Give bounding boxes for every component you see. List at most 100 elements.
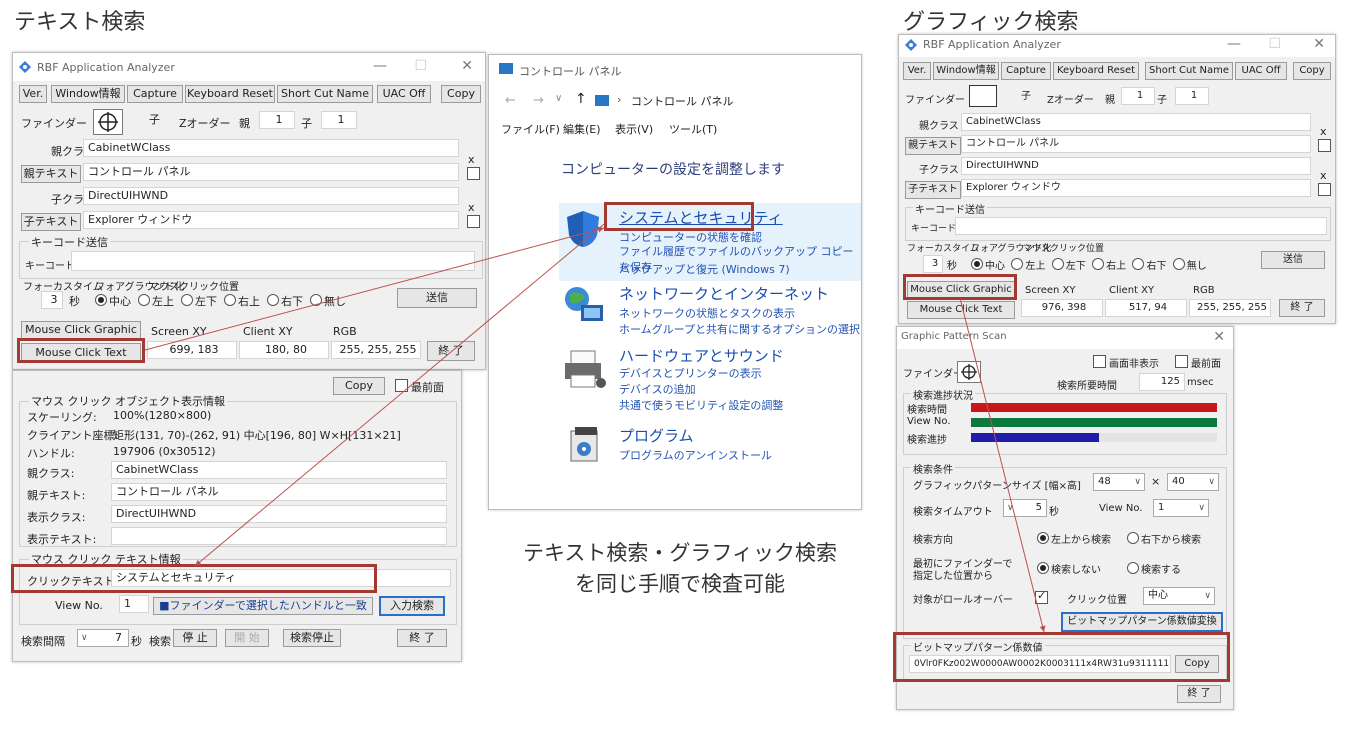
radio-none[interactable]: 無し: [1172, 258, 1207, 272]
breadcrumb[interactable]: コントロール パネル: [631, 93, 734, 109]
close-icon[interactable]: ✕: [1213, 329, 1225, 345]
stop-button[interactable]: 停 止: [173, 629, 217, 647]
ver-button[interactable]: Ver.: [903, 62, 931, 80]
close-icon[interactable]: ✕: [1313, 36, 1325, 52]
pattern-width-select[interactable]: 48 ∨: [1093, 473, 1145, 491]
up-arrow-icon[interactable]: ↑: [575, 91, 587, 107]
rbf-analyzer-window-left: RBF Application Analyzer — ☐ ✕ Ver. Wind…: [12, 52, 486, 370]
radio-none[interactable]: 無し: [310, 294, 346, 308]
parent-text-button[interactable]: 親テキスト: [21, 165, 81, 183]
info-end-button[interactable]: 終 了: [397, 629, 447, 647]
minimize-icon[interactable]: —: [373, 58, 387, 74]
direction-topleft-radio[interactable]: 左上から検索: [1037, 531, 1111, 546]
uac-off-button[interactable]: UAC Off: [1235, 62, 1287, 80]
radio-bottom-left[interactable]: 左下: [181, 294, 217, 308]
no-search-radio[interactable]: 検索しない: [1037, 561, 1101, 576]
category-link[interactable]: バックアップと復元 (Windows 7): [619, 261, 790, 277]
mouse-click-graphic-button[interactable]: Mouse Click Graphic: [21, 321, 141, 339]
keycode-input[interactable]: [955, 217, 1327, 235]
mouse-click-text-button[interactable]: Mouse Click Text: [907, 301, 1015, 319]
hide-screen-checkbox[interactable]: [1093, 355, 1106, 368]
radio-top-right[interactable]: 右上: [224, 294, 260, 308]
category-hardware[interactable]: ハードウェアとサウンド: [619, 345, 784, 366]
gps-end-button[interactable]: 終 了: [1177, 685, 1221, 703]
menu-tools[interactable]: ツール(T): [669, 121, 717, 137]
radio-bottom-left[interactable]: 左下: [1051, 258, 1086, 272]
category-link[interactable]: ネットワークの状態とタスクの表示: [619, 305, 795, 321]
do-search-radio[interactable]: 検索する: [1127, 561, 1181, 576]
pattern-height-select[interactable]: 40 ∨: [1167, 473, 1219, 491]
uac-off-button[interactable]: UAC Off: [377, 85, 431, 103]
menu-edit[interactable]: 編集(E): [563, 121, 601, 137]
radio-center[interactable]: 中心: [95, 294, 131, 308]
convert-pattern-button[interactable]: ビットマップパターン係数値変換: [1061, 612, 1223, 632]
child-text-button[interactable]: 子テキスト: [905, 181, 961, 199]
focus-seconds-field[interactable]: 3: [41, 291, 63, 309]
maximize-icon[interactable]: ☐: [1268, 36, 1281, 52]
maximize-icon[interactable]: ☐: [414, 58, 427, 74]
category-link[interactable]: デバイスとプリンターの表示: [619, 365, 762, 381]
category-link[interactable]: プログラムのアンインストール: [619, 447, 772, 463]
parent-checkbox[interactable]: [1318, 139, 1331, 152]
search-stop-button[interactable]: 検索停止: [283, 629, 341, 647]
ver-button[interactable]: Ver.: [19, 85, 47, 103]
screen-xy-label: Screen XY: [151, 325, 207, 338]
category-programs[interactable]: プログラム: [619, 425, 694, 446]
category-link[interactable]: 共通で使うモビリティ設定の調整: [619, 397, 783, 413]
child-checkbox[interactable]: [1318, 183, 1331, 196]
forward-arrow-icon[interactable]: →: [533, 93, 544, 108]
info-topmost-checkbox[interactable]: [395, 379, 408, 392]
copy-button[interactable]: Copy: [441, 85, 481, 103]
category-link[interactable]: ホームグループと共有に関するオプションの選択: [619, 321, 860, 337]
radio-bottom-right[interactable]: 右下: [1132, 258, 1166, 272]
timeout-select[interactable]: ∨ 5: [1003, 499, 1047, 517]
history-chevron-icon[interactable]: ∨: [555, 93, 562, 104]
parent-text-button[interactable]: 親テキスト: [905, 137, 961, 155]
menu-file[interactable]: ファイル(F): [501, 121, 560, 137]
radio-center[interactable]: 中心: [971, 258, 1005, 272]
copy-button[interactable]: Copy: [1293, 62, 1331, 80]
capture-button[interactable]: Capture: [127, 85, 183, 103]
radio-top-left[interactable]: 左上: [1011, 258, 1045, 272]
finder-tool[interactable]: [93, 109, 123, 135]
child-checkbox[interactable]: [467, 215, 480, 228]
view-no-field[interactable]: 1: [119, 595, 149, 613]
category-network[interactable]: ネットワークとインターネット: [619, 283, 829, 304]
gps-view-no-select[interactable]: 1 ∨: [1153, 499, 1209, 517]
window-info-button[interactable]: Window情報: [51, 85, 125, 103]
category-link[interactable]: デバイスの追加: [619, 381, 696, 397]
back-arrow-icon[interactable]: ←: [505, 93, 516, 108]
keycode-input[interactable]: [71, 251, 475, 271]
input-search-button[interactable]: 入力検索: [379, 596, 445, 616]
radio-top-left[interactable]: 左上: [138, 294, 174, 308]
capture-button[interactable]: Capture: [1001, 62, 1051, 80]
minimize-icon[interactable]: —: [1227, 36, 1241, 52]
shortcut-name-button[interactable]: Short Cut Name: [1145, 62, 1233, 80]
interval-select[interactable]: ∨ 7: [77, 629, 129, 647]
gps-topmost-checkbox[interactable]: [1175, 355, 1188, 368]
finder-tool[interactable]: [969, 85, 997, 107]
send-button[interactable]: 送信: [397, 288, 477, 308]
radio-top-right[interactable]: 右上: [1092, 258, 1127, 272]
child-text-button[interactable]: 子テキスト: [21, 213, 81, 231]
match-handle-button[interactable]: ■ファインダーで選択したハンドルと一致: [153, 597, 373, 615]
click-pos-select[interactable]: 中心 ∨: [1143, 587, 1215, 605]
close-icon[interactable]: ✕: [461, 58, 473, 74]
direction-bottomright-radio[interactable]: 右下から検索: [1127, 531, 1201, 546]
send-button[interactable]: 送信: [1261, 251, 1325, 269]
keyboard-reset-button[interactable]: Keyboard Reset: [1053, 62, 1139, 80]
rollover-checkbox[interactable]: ✓: [1035, 589, 1048, 604]
end-button[interactable]: 終 了: [1279, 299, 1325, 317]
start-button[interactable]: 開 始: [225, 629, 269, 647]
parent-checkbox[interactable]: [467, 167, 480, 180]
keyboard-reset-button[interactable]: Keyboard Reset: [185, 85, 275, 103]
menu-view[interactable]: 表示(V): [615, 121, 653, 137]
info-copy-button[interactable]: Copy: [333, 377, 385, 395]
focus-seconds-field[interactable]: 3: [923, 255, 943, 273]
radio-bottom-right[interactable]: 右下: [267, 294, 303, 308]
end-button[interactable]: 終 了: [427, 341, 475, 361]
radio-top-right-label: 右上: [1106, 261, 1127, 272]
gps-finder-tool[interactable]: [957, 361, 981, 383]
window-info-button[interactable]: Window情報: [933, 62, 999, 80]
shortcut-name-button[interactable]: Short Cut Name: [277, 85, 373, 103]
